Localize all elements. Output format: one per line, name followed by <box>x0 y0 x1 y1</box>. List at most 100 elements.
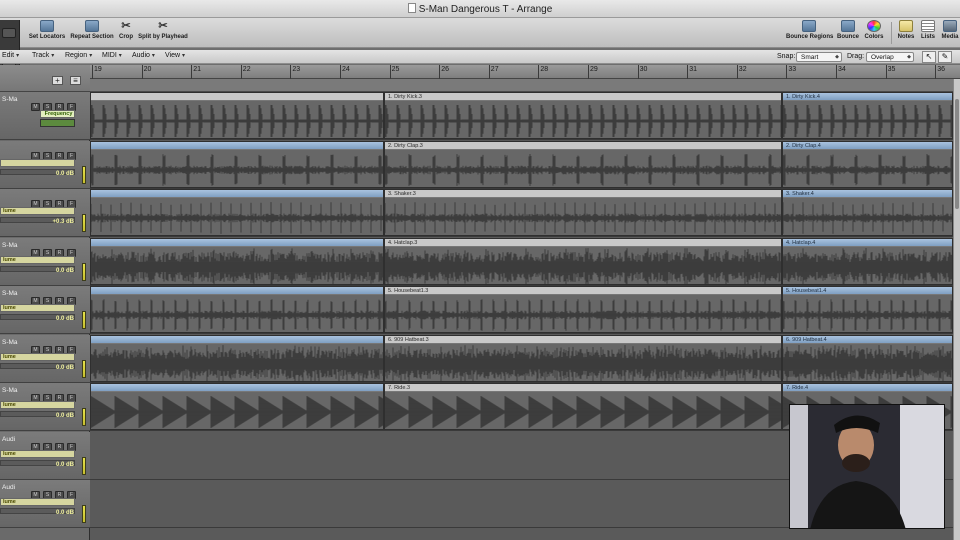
audio-region[interactable]: 2. Dirty Clap.4 <box>782 140 953 188</box>
region-name[interactable] <box>91 190 383 198</box>
region-name[interactable] <box>91 238 383 247</box>
region-name[interactable]: 5. Housebeat1.4 <box>783 287 952 295</box>
audio-region[interactable]: 1. Dirty Kick.3 <box>384 92 782 139</box>
audio-region[interactable]: 3. Shaker.4 <box>782 189 953 236</box>
menu-view[interactable]: View <box>165 52 185 59</box>
region-name[interactable]: 5. Housebeat1.3 <box>385 287 781 295</box>
region-name[interactable]: 7. Ride.3 <box>385 384 781 392</box>
region-name[interactable]: 3. Shaker.4 <box>783 190 952 198</box>
audio-region[interactable] <box>90 189 384 236</box>
media-button[interactable]: Media <box>940 20 960 46</box>
audio-region[interactable]: 6. 909 Hatbeat.3 <box>384 334 782 382</box>
menu-audio[interactable]: Audio <box>132 52 155 59</box>
audio-region[interactable]: 6. 909 Hatbeat.4 <box>782 334 953 382</box>
track-name[interactable]: S-Ma <box>2 387 18 394</box>
track-header[interactable]: Audi M S R Flume 0.0 dB <box>0 431 90 480</box>
region-name[interactable]: 2. Dirty Clap.3 <box>385 141 781 150</box>
region-name[interactable]: 1. Dirty Kick.4 <box>783 93 952 101</box>
menu-edit[interactable]: Edit <box>2 52 19 59</box>
automation-value-box[interactable] <box>40 119 75 127</box>
pencil-tool-icon[interactable]: ✎ <box>938 51 952 63</box>
track-header[interactable]: Audi M S R Flume 0.0 dB <box>0 480 90 528</box>
notes-button[interactable]: Notes <box>896 20 916 46</box>
menu-midi[interactable]: MIDI <box>102 52 122 59</box>
menu-track[interactable]: Track <box>32 52 54 59</box>
pointer-tool-icon[interactable]: ↖ <box>922 51 936 63</box>
scroll-thumb[interactable] <box>955 99 959 209</box>
menu-region[interactable]: Region <box>65 52 92 59</box>
repeat-section-button[interactable]: Repeat Section <box>70 20 114 46</box>
audio-region[interactable] <box>90 140 384 188</box>
track-lane[interactable]: 6. 909 Hatbeat.3 6. 909 Hatbeat.4 <box>90 334 953 383</box>
track-header[interactable]: S-Ma M S R Flume 0.0 dB <box>0 237 90 286</box>
audio-region[interactable]: 4. Hatclap.4 <box>782 237 953 285</box>
region-name[interactable]: 3. Shaker.3 <box>385 190 781 198</box>
automation-parameter[interactable]: lume <box>0 207 75 215</box>
track-header[interactable]: M S R F 0.0 dB <box>0 140 90 189</box>
track-lane[interactable]: 2. Dirty Clap.3 2. Dirty Clap.4 <box>90 140 953 189</box>
automation-parameter[interactable]: lume <box>0 255 75 264</box>
track-lane[interactable]: 1. Dirty Kick.3 1. Dirty Kick.4 <box>90 92 953 140</box>
track-lane[interactable]: 5. Housebeat1.3 5. Housebeat1.4 <box>90 286 953 334</box>
track-name[interactable]: Audi <box>2 436 15 443</box>
track-lane[interactable]: 3. Shaker.3 3. Shaker.4 <box>90 189 953 237</box>
region-name[interactable] <box>91 287 383 295</box>
audio-region[interactable]: 5. Housebeat1.4 <box>782 286 953 333</box>
automation-parameter[interactable]: lume <box>0 352 75 361</box>
cycle-strip[interactable] <box>90 79 960 92</box>
audio-region[interactable] <box>90 334 384 382</box>
automation-parameter[interactable]: Frequency <box>40 110 75 118</box>
track-name[interactable]: S-Ma <box>2 96 18 103</box>
track-name[interactable]: S-Ma <box>2 339 18 346</box>
track-name[interactable]: S-Ma <box>2 290 18 297</box>
region-name[interactable]: 4. Hatclap.3 <box>385 238 781 247</box>
region-name[interactable] <box>91 141 383 150</box>
region-name[interactable]: 1. Dirty Kick.3 <box>385 93 781 101</box>
region-name[interactable]: 4. Hatclap.4 <box>783 238 952 247</box>
region-name[interactable] <box>91 335 383 344</box>
vertical-scrollbar[interactable] <box>953 79 960 540</box>
inspector-knob[interactable] <box>2 28 16 38</box>
region-name[interactable] <box>91 93 383 101</box>
track-header[interactable]: S-Ma M S R Flume 0.0 dB <box>0 383 90 431</box>
drag-select[interactable]: Overlap <box>866 52 914 62</box>
bounce-regions-button[interactable]: Bounce Regions <box>786 20 833 46</box>
track-header[interactable]: S-Ma M S R Flume 0.0 dB <box>0 334 90 383</box>
set-locators-button[interactable]: Set Locators <box>28 20 66 46</box>
bounce-button[interactable]: Bounce <box>836 20 860 46</box>
automation-parameter[interactable]: lume <box>0 449 75 458</box>
region-name[interactable]: 6. 909 Hatbeat.3 <box>385 335 781 344</box>
audio-region[interactable] <box>90 286 384 333</box>
automation-parameter[interactable]: lume <box>0 498 75 506</box>
timeline-ruler[interactable]: 19 20 21 22 23 24 25 26 27 28 29 30 31 32 33 34 35 36 <box>90 65 960 79</box>
track-lane[interactable]: 4. Hatclap.3 4. Hatclap.4 <box>90 237 953 286</box>
colors-button[interactable]: Colors <box>863 20 885 46</box>
audio-region[interactable] <box>90 237 384 285</box>
audio-region[interactable]: 7. Ride.3 <box>384 383 782 430</box>
track-header[interactable]: M S R Flume +0.3 dB <box>0 189 90 237</box>
audio-region[interactable]: 2. Dirty Clap.3 <box>384 140 782 188</box>
audio-region[interactable] <box>90 92 384 139</box>
region-name[interactable]: 7. Ride.4 <box>783 384 952 392</box>
add-track-button[interactable]: + <box>52 76 63 85</box>
audio-region[interactable] <box>90 383 384 430</box>
split-by-playhead-button[interactable]: ✂ Split by Playhead <box>138 20 188 46</box>
automation-parameter[interactable]: lume <box>0 304 75 312</box>
track-header[interactable]: S-Ma M S R Flume 0.0 dB <box>0 286 90 334</box>
lists-button[interactable]: Lists <box>919 20 937 46</box>
automation-parameter[interactable] <box>0 158 75 167</box>
automation-parameter[interactable]: lume <box>0 401 75 409</box>
snap-select[interactable]: Smart <box>796 52 842 62</box>
audio-region[interactable]: 1. Dirty Kick.4 <box>782 92 953 139</box>
region-name[interactable]: 2. Dirty Clap.4 <box>783 141 952 150</box>
region-name[interactable] <box>91 384 383 392</box>
audio-region[interactable]: 5. Housebeat1.3 <box>384 286 782 333</box>
audio-region[interactable]: 3. Shaker.3 <box>384 189 782 236</box>
add-folder-button[interactable]: ≡ <box>70 76 81 85</box>
track-name[interactable]: S-Ma <box>2 242 18 249</box>
mute-button[interactable]: M <box>31 103 40 111</box>
audio-region[interactable]: 4. Hatclap.3 <box>384 237 782 285</box>
region-name[interactable]: 6. 909 Hatbeat.4 <box>783 335 952 344</box>
crop-button[interactable]: ✂ Crop <box>117 20 135 46</box>
track-header[interactable]: S-Ma M S R F Frequency <box>0 92 90 140</box>
